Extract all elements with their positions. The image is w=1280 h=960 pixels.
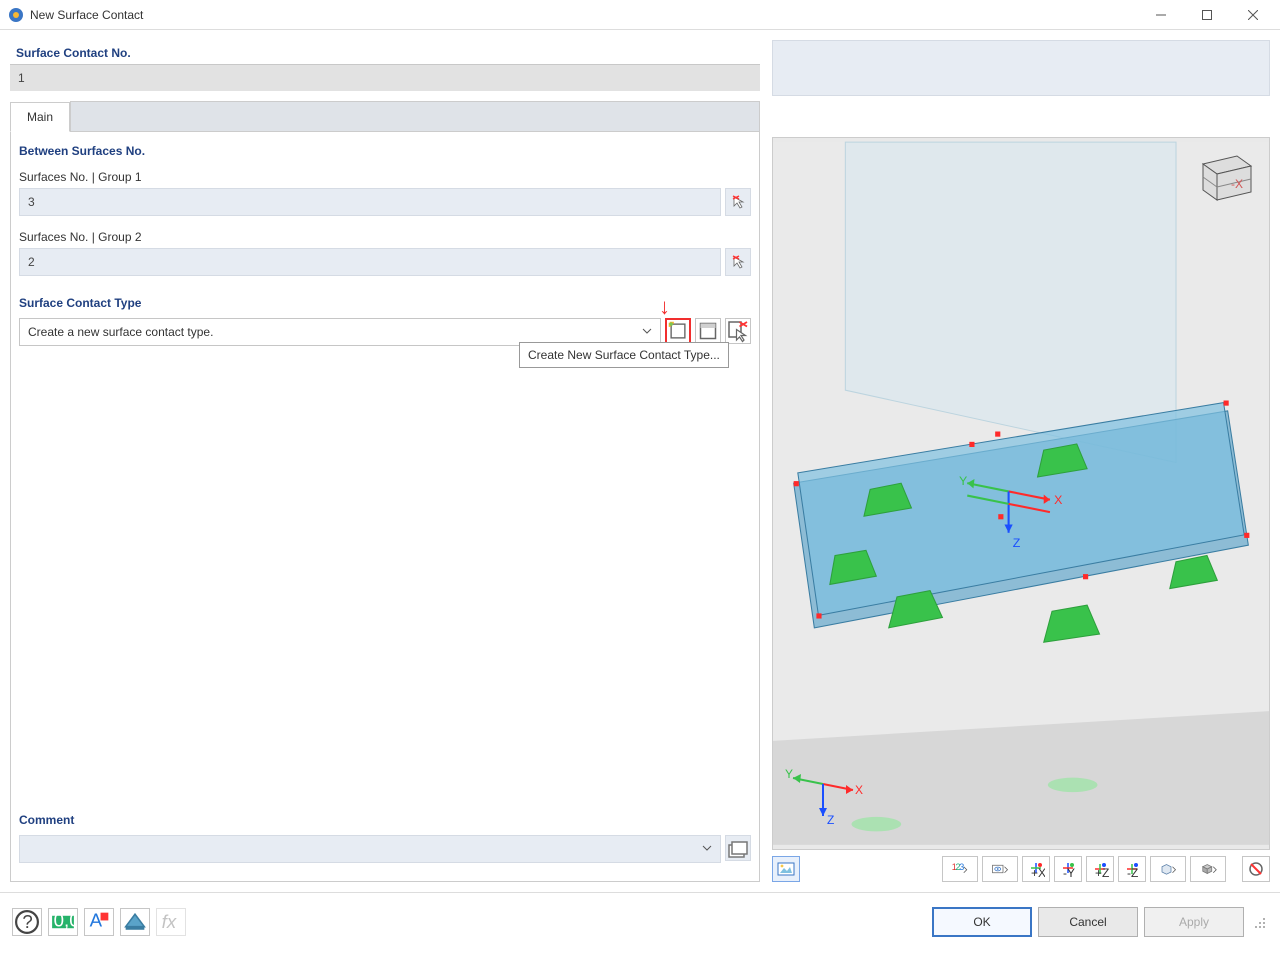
minus-z-icon: -Z — [1123, 860, 1141, 878]
global-axes-icon: X Y Z — [783, 764, 863, 831]
edit-type-button[interactable] — [695, 318, 721, 344]
preview-toolbar: 123 +X -Y +Z -Z — [772, 850, 1270, 882]
group2-pick-button[interactable] — [725, 248, 751, 276]
iso-view-button[interactable] — [1150, 856, 1186, 882]
group1-pick-button[interactable] — [725, 188, 751, 216]
calculate-button[interactable] — [120, 908, 150, 936]
callout-arrow-icon: ↓ — [659, 294, 670, 320]
show-model-button[interactable] — [772, 856, 800, 882]
eye-icon — [991, 860, 1009, 878]
svg-text:0,00: 0,00 — [54, 909, 77, 930]
axis-y-label: Y — [959, 474, 967, 488]
font-icon: A — [85, 908, 113, 936]
svg-text:-Y: -Y — [1063, 866, 1075, 878]
contact-type-dropdown-text: Create a new surface contact type. — [28, 325, 213, 339]
titlebar: New Surface Contact — [0, 0, 1280, 30]
contact-no-value[interactable]: 1 — [10, 64, 760, 91]
apply-button[interactable]: Apply — [1144, 907, 1244, 937]
svg-text:-Z: -Z — [1127, 866, 1138, 878]
help-icon: ? — [13, 908, 41, 936]
tab-main[interactable]: Main — [10, 102, 70, 132]
pick-cursor-icon — [730, 254, 746, 270]
cancel-button[interactable]: Cancel — [1038, 907, 1138, 937]
viewcube[interactable]: -X — [1189, 148, 1257, 208]
group1-label: Surfaces No. | Group 1 — [19, 166, 751, 188]
edit-page-icon — [696, 319, 720, 343]
description-panel[interactable] — [772, 40, 1270, 96]
dialog-footer: ? 0,00 A fx OK Cancel Apply — [0, 892, 1280, 950]
group2-label: Surfaces No. | Group 2 — [19, 226, 751, 248]
tab-strip-filler — [70, 101, 760, 131]
cube-icon — [1199, 860, 1217, 878]
axis-x-label: X — [1054, 493, 1062, 507]
comment-dropdown[interactable] — [19, 835, 721, 863]
help-button[interactable]: ? — [12, 908, 42, 936]
svg-text:X: X — [855, 783, 863, 797]
contact-no-label: Surface Contact No. — [10, 40, 760, 64]
image-icon — [777, 860, 795, 878]
units-icon: 0,00 — [49, 908, 77, 936]
window-title: New Surface Contact — [30, 8, 1138, 22]
ok-button[interactable]: OK — [932, 907, 1032, 937]
app-icon — [8, 7, 24, 23]
formula-icon: fx — [157, 908, 185, 936]
view-plusz-button[interactable]: +Z — [1086, 856, 1114, 882]
group1-input[interactable]: 3 — [19, 188, 721, 216]
right-column: X Y Z -X X Y Z — [772, 40, 1270, 882]
new-page-icon — [667, 320, 689, 342]
resize-grip-icon[interactable] — [1254, 915, 1268, 929]
view-plusx-button[interactable]: +X — [1022, 856, 1050, 882]
calc-icon — [121, 908, 149, 936]
comment-library-button[interactable] — [725, 835, 751, 861]
page-pick-icon — [726, 319, 750, 343]
units-button[interactable]: 0,00 — [48, 908, 78, 936]
svg-text:Y: Y — [785, 767, 793, 781]
tab-strip: Main — [10, 101, 760, 131]
display-options-button[interactable] — [982, 856, 1018, 882]
minimize-button[interactable] — [1138, 0, 1184, 29]
numbering-icon: 123 — [951, 860, 969, 878]
render-mode-button[interactable] — [1190, 856, 1226, 882]
close-button[interactable] — [1230, 0, 1276, 29]
svg-text:?: ? — [22, 911, 32, 932]
comment-panel: Comment — [19, 809, 751, 873]
between-surfaces-header: Between Surfaces No. — [19, 140, 751, 166]
surface-contact-type-header: Surface Contact Type — [19, 292, 751, 318]
svg-text:+X: +X — [1031, 866, 1045, 878]
create-type-tooltip: Create New Surface Contact Type... — [519, 342, 729, 368]
reset-view-button[interactable] — [1242, 856, 1270, 882]
preview-scene: X Y Z — [773, 138, 1269, 849]
plus-x-icon: +X — [1027, 860, 1045, 878]
svg-text:-X: -X — [1231, 177, 1243, 191]
svg-text:fx: fx — [162, 911, 177, 932]
maximize-button[interactable] — [1184, 0, 1230, 29]
chevron-down-icon — [702, 842, 712, 856]
reset-icon — [1247, 860, 1265, 878]
formula-button[interactable]: fx — [156, 908, 186, 936]
plus-z-icon: +Z — [1091, 860, 1109, 878]
svg-text:Z: Z — [827, 813, 834, 827]
minus-y-icon: -Y — [1059, 860, 1077, 878]
numbering-button[interactable]: 123 — [942, 856, 978, 882]
preview-viewport[interactable]: X Y Z -X X Y Z — [772, 137, 1270, 850]
svg-text:+Z: +Z — [1095, 866, 1109, 878]
main-panel: Between Surfaces No. Surfaces No. | Grou… — [10, 131, 760, 882]
axis-z-label: Z — [1013, 536, 1021, 550]
chevron-down-icon — [642, 325, 652, 339]
comment-header: Comment — [19, 809, 751, 835]
iso-icon — [1159, 860, 1177, 878]
svg-text:3: 3 — [959, 862, 964, 872]
left-column: Surface Contact No. 1 Main Between Surfa… — [10, 40, 760, 882]
select-type-button[interactable] — [725, 318, 751, 344]
font-color-button[interactable]: A — [84, 908, 114, 936]
contact-no-panel: Surface Contact No. 1 — [10, 40, 760, 91]
group2-input[interactable]: 2 — [19, 248, 721, 276]
pick-cursor-icon — [730, 194, 746, 210]
dialog-body: Surface Contact No. 1 Main Between Surfa… — [0, 30, 1280, 892]
stack-icon — [726, 836, 750, 860]
view-minusy-button[interactable]: -Y — [1054, 856, 1082, 882]
create-new-type-button[interactable] — [665, 318, 691, 344]
view-minusz-button[interactable]: -Z — [1118, 856, 1146, 882]
